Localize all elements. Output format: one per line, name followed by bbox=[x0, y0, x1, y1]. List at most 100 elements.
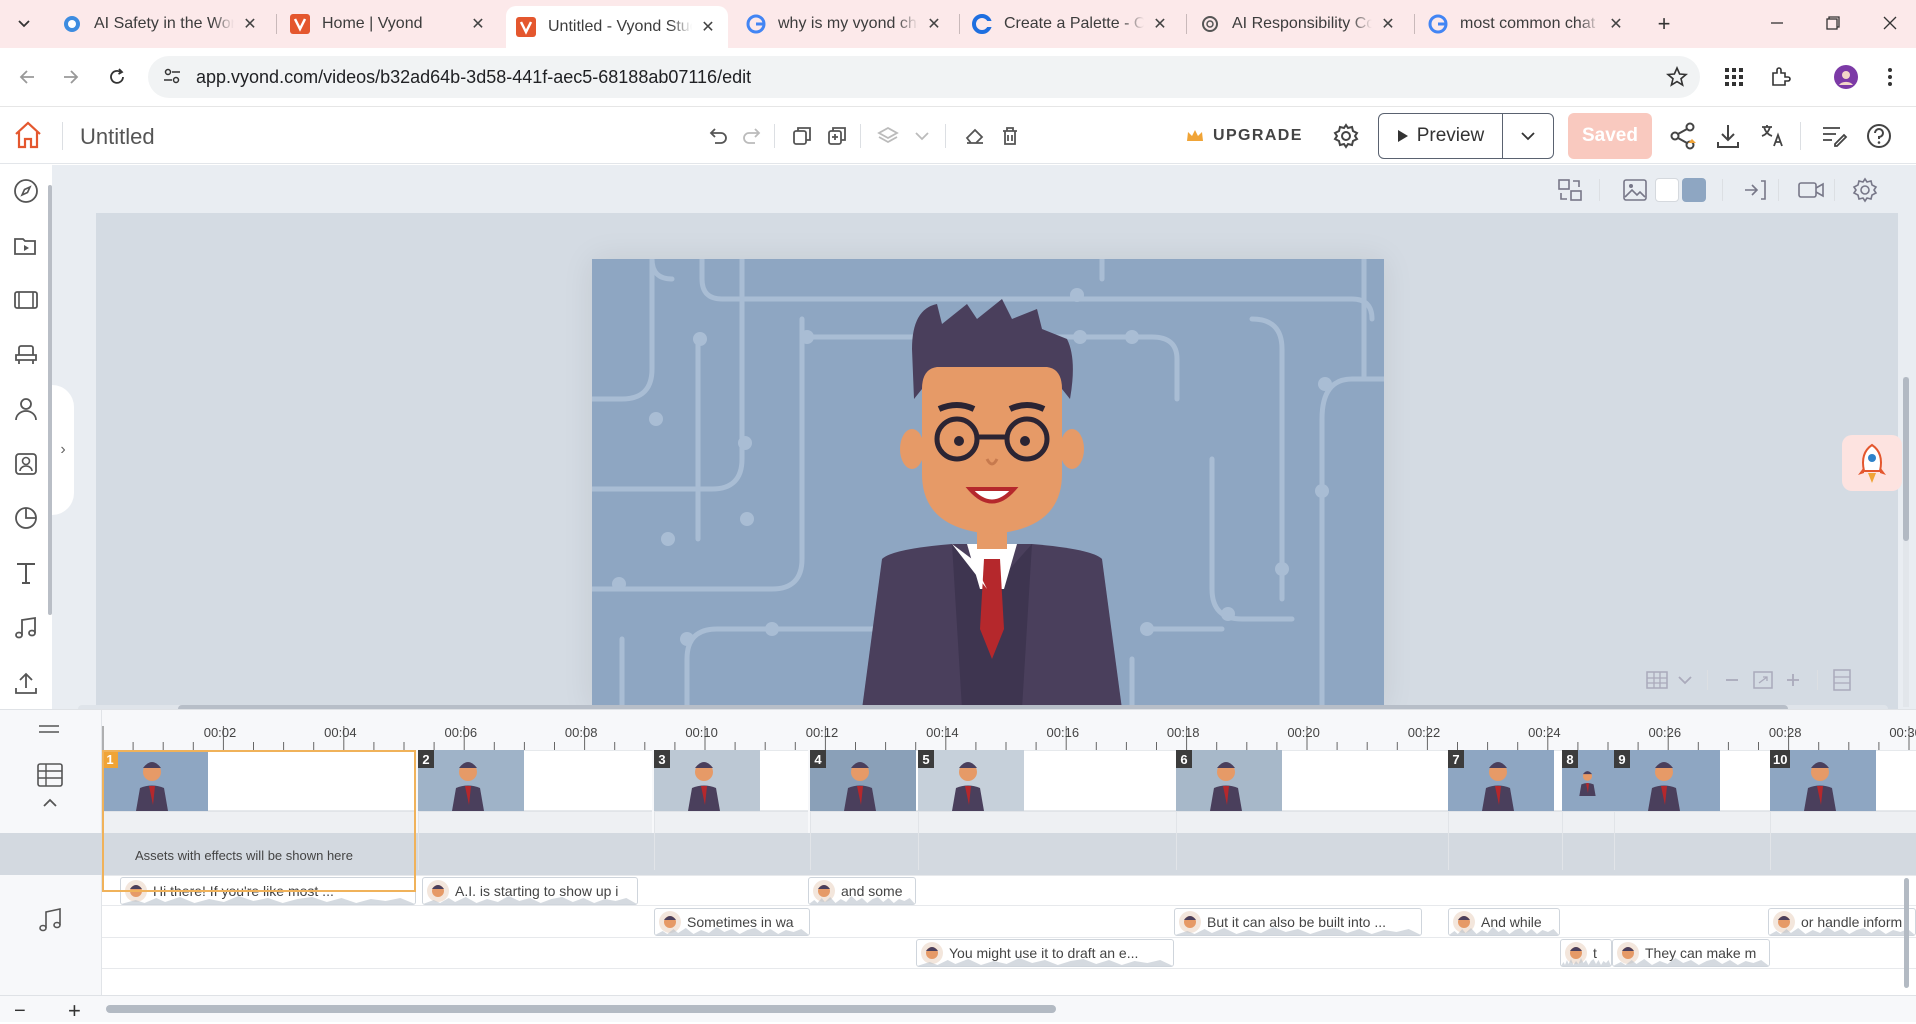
saved-button[interactable]: Saved bbox=[1568, 113, 1652, 159]
panel-toggle-icon[interactable] bbox=[1830, 668, 1854, 692]
voice-clip[interactable]: And while bbox=[1448, 908, 1560, 936]
paste-icon[interactable] bbox=[822, 121, 852, 151]
voice-clip[interactable]: Sometimes in wa bbox=[654, 908, 810, 936]
zoom-in-icon[interactable] bbox=[1781, 668, 1805, 692]
eraser-icon[interactable] bbox=[960, 121, 990, 151]
timeline-zoom-in-button[interactable]: + bbox=[68, 998, 81, 1024]
browser-menu-icon[interactable] bbox=[1876, 63, 1904, 91]
browser-tab[interactable]: AI Safety in the Work ✕ bbox=[52, 6, 270, 42]
browser-tab[interactable]: Home | Vyond ✕ bbox=[280, 6, 498, 42]
chevron-down-icon[interactable] bbox=[907, 121, 937, 151]
video-title[interactable]: Untitled bbox=[80, 124, 155, 150]
extensions-icon[interactable] bbox=[1766, 63, 1794, 91]
scene-thumbnail[interactable]: 3 bbox=[654, 750, 808, 870]
folder-media-icon[interactable] bbox=[12, 232, 40, 260]
scene-thumbnail[interactable]: 7 bbox=[1448, 750, 1562, 870]
trash-icon[interactable] bbox=[995, 121, 1025, 151]
profile-avatar[interactable] bbox=[1832, 63, 1860, 91]
home-icon[interactable] bbox=[13, 120, 43, 150]
close-tab-icon[interactable]: ✕ bbox=[240, 14, 260, 34]
forward-icon[interactable] bbox=[56, 62, 86, 92]
character-library-icon[interactable] bbox=[12, 450, 40, 478]
scene-thumbnail[interactable]: 4 bbox=[810, 750, 918, 870]
camera-icon[interactable] bbox=[1797, 176, 1825, 204]
redo-icon[interactable] bbox=[737, 121, 767, 151]
voice-clip[interactable]: t bbox=[1560, 939, 1612, 967]
share-icon[interactable] bbox=[1668, 121, 1698, 151]
apps-grid-icon[interactable] bbox=[1720, 63, 1748, 91]
sidebar-scrollbar[interactable] bbox=[48, 185, 52, 615]
music-note-icon[interactable] bbox=[12, 614, 40, 642]
voice-clip[interactable]: and some bbox=[808, 877, 916, 905]
upload-icon[interactable] bbox=[12, 669, 40, 697]
url-field[interactable]: app.vyond.com/videos/b32ad64b-3d58-441f-… bbox=[148, 56, 1700, 98]
compass-icon[interactable] bbox=[12, 177, 40, 205]
close-tab-icon[interactable]: ✕ bbox=[468, 14, 488, 34]
scene-thumbnail[interactable]: 5 bbox=[918, 750, 1176, 870]
browser-tab-active[interactable]: Untitled - Vyond Stud ✕ bbox=[506, 6, 728, 48]
layers-icon[interactable] bbox=[873, 121, 903, 151]
settings-gear-icon[interactable] bbox=[1331, 121, 1361, 151]
hamburger-menu-icon[interactable] bbox=[38, 724, 60, 734]
download-icon[interactable] bbox=[1713, 121, 1743, 151]
timeline-horizontal-scrollbar[interactable] bbox=[106, 1005, 1056, 1013]
fit-screen-icon[interactable] bbox=[1751, 668, 1775, 692]
chevron-down-icon[interactable] bbox=[1673, 668, 1697, 692]
site-info-icon[interactable] bbox=[162, 66, 182, 86]
copy-icon[interactable] bbox=[787, 121, 817, 151]
browser-tab[interactable]: Create a Palette - Co ✕ bbox=[962, 6, 1180, 42]
browser-tab[interactable]: most common chat g ✕ bbox=[1418, 6, 1636, 42]
help-icon[interactable] bbox=[1864, 121, 1894, 151]
minimize-icon[interactable] bbox=[1757, 8, 1797, 38]
voice-clip[interactable]: But it can also be built into ... bbox=[1174, 908, 1422, 936]
enter-transition-icon[interactable] bbox=[1741, 176, 1769, 204]
back-icon[interactable] bbox=[12, 62, 42, 92]
voice-clip[interactable]: You might use it to draft an e... bbox=[916, 939, 1174, 967]
props-chair-icon[interactable] bbox=[12, 341, 40, 369]
preview-button[interactable]: Preview bbox=[1379, 114, 1503, 158]
preview-dropdown-button[interactable] bbox=[1503, 114, 1553, 158]
stage-vertical-scrollbar[interactable] bbox=[1903, 377, 1909, 707]
close-tab-icon[interactable]: ✕ bbox=[1378, 14, 1398, 34]
reload-icon[interactable] bbox=[102, 62, 132, 92]
close-tab-icon[interactable]: ✕ bbox=[698, 17, 718, 37]
close-tab-icon[interactable]: ✕ bbox=[924, 14, 944, 34]
voice-clip[interactable]: or handle inform bbox=[1768, 908, 1916, 936]
expand-panel-button[interactable]: › bbox=[52, 385, 74, 515]
scene-track-icon[interactable] bbox=[36, 762, 64, 788]
new-tab-button[interactable]: + bbox=[1650, 10, 1678, 38]
text-icon[interactable] bbox=[12, 559, 40, 587]
tab-search-menu[interactable] bbox=[10, 10, 38, 38]
translate-icon[interactable] bbox=[1758, 121, 1788, 151]
undo-icon[interactable] bbox=[703, 121, 733, 151]
voice-clip[interactable]: They can make m bbox=[1612, 939, 1770, 967]
scene-thumbnail[interactable]: 9 bbox=[1614, 750, 1772, 870]
restore-icon[interactable] bbox=[1813, 8, 1853, 38]
grid-table-icon[interactable] bbox=[1645, 668, 1669, 692]
bookmark-star-icon[interactable] bbox=[1666, 66, 1688, 88]
rocket-assistant-button[interactable] bbox=[1842, 435, 1902, 491]
collapse-up-icon[interactable] bbox=[42, 798, 58, 808]
voice-clip[interactable]: Hi there! If you're like most ... bbox=[120, 877, 416, 905]
timeline-zoom-out-button[interactable]: − bbox=[14, 1000, 26, 1023]
browser-tab[interactable]: why is my vyond cha ✕ bbox=[736, 6, 954, 42]
background-color-white-swatch[interactable] bbox=[1655, 178, 1679, 202]
film-icon[interactable] bbox=[12, 286, 40, 314]
scene-canvas[interactable] bbox=[592, 259, 1384, 709]
background-color-blue-swatch[interactable] bbox=[1682, 178, 1706, 202]
character-icon[interactable] bbox=[12, 395, 40, 423]
browser-tab[interactable]: AI Responsibility Cou ✕ bbox=[1190, 6, 1408, 42]
close-tab-icon[interactable]: ✕ bbox=[1150, 14, 1170, 34]
scene-settings-gear-icon[interactable] bbox=[1851, 176, 1879, 204]
zoom-out-icon[interactable] bbox=[1720, 668, 1744, 692]
audio-track-music-icon[interactable] bbox=[36, 906, 64, 934]
close-window-icon[interactable] bbox=[1870, 8, 1910, 38]
scene-thumbnail[interactable]: 6 bbox=[1176, 750, 1450, 870]
voice-clip[interactable]: A.I. is starting to show up i bbox=[422, 877, 638, 905]
background-image-icon[interactable] bbox=[1621, 176, 1649, 204]
scene-thumbnail[interactable]: 2 bbox=[418, 750, 652, 870]
swap-layout-icon[interactable] bbox=[1556, 176, 1584, 204]
script-edit-icon[interactable] bbox=[1819, 121, 1849, 151]
timeline-vertical-scrollbar[interactable] bbox=[1904, 878, 1909, 988]
time-ruler[interactable]: 00:02 00:04 00:06 00:08 00:10 00:12 00:14 00:16… bbox=[102, 714, 1916, 754]
